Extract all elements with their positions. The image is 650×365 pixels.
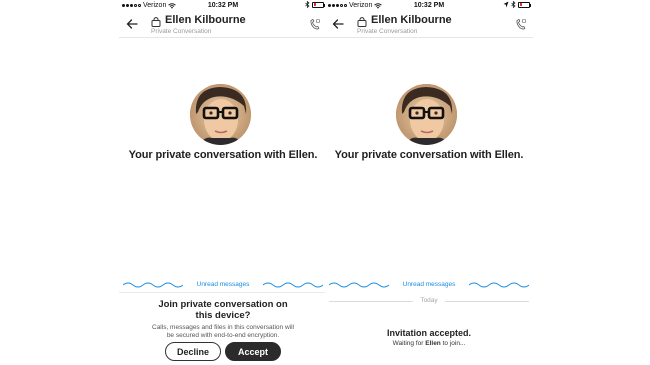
accept-button[interactable]: Accept (225, 342, 281, 361)
intro-text: Your private conversation with Ellen. (334, 149, 524, 161)
status-time: 10:32 PM (207, 2, 239, 9)
invitation-title: Invitation accepted. (386, 328, 472, 338)
call-icon[interactable] (309, 18, 321, 30)
back-arrow-icon[interactable] (125, 17, 139, 31)
status-bar: Verizon 10:32 PM (119, 0, 327, 12)
battery-icon (312, 1, 325, 8)
prompt-body: Calls, messages and files in this conver… (152, 324, 294, 339)
battery-icon (518, 1, 531, 8)
waiting-prefix: Waiting for (392, 340, 426, 347)
unread-messages-divider: Unread messages (325, 279, 533, 291)
conversation-header: Ellen Kilbourne Private Conversation (325, 12, 533, 38)
wave-decoration (469, 282, 529, 288)
status-bar: Verizon 10:32 PM (325, 0, 533, 12)
intro-text: Your private conversation with Ellen. (128, 149, 318, 161)
status-right (503, 1, 531, 8)
location-icon (503, 1, 509, 8)
contact-name: Ellen Kilbourne (371, 14, 452, 26)
waiting-suffix: to join... (440, 340, 466, 347)
contact-avatar (190, 84, 251, 145)
wave-decoration (263, 282, 323, 288)
bluetooth-icon (511, 1, 516, 8)
unread-messages-divider: Unread messages (119, 279, 327, 291)
bluetooth-icon (305, 1, 310, 8)
phone-screen-right: Verizon 10:32 PM Ellen Kilbourne Private… (325, 0, 533, 365)
contact-name: Ellen Kilbourne (165, 14, 246, 26)
invitation-status: Invitation accepted. Waiting for Ellen t… (325, 328, 533, 347)
conversation-header: Ellen Kilbourne Private Conversation (119, 12, 327, 38)
decline-button[interactable]: Decline (165, 342, 221, 361)
conversation-type: Private Conversation (357, 28, 418, 35)
prompt-actions: Decline Accept (119, 342, 327, 361)
lock-icon (357, 17, 367, 27)
contact-avatar (396, 84, 457, 145)
call-icon[interactable] (515, 18, 527, 30)
conversation-type: Private Conversation (151, 28, 212, 35)
join-prompt: Join private conversation on this device… (119, 292, 327, 361)
invitation-waiting: Waiting for Ellen to join... (325, 340, 533, 347)
lock-icon (151, 17, 161, 27)
divider-line (445, 301, 529, 302)
status-time: 10:32 PM (413, 2, 445, 9)
waiting-name: Ellen (425, 340, 441, 347)
back-arrow-icon[interactable] (331, 17, 345, 31)
date-divider: Today (325, 296, 533, 306)
prompt-title: Join private conversation on this device… (158, 299, 288, 321)
phone-screen-left: Verizon 10:32 PM Ellen Kilbourne Private… (119, 0, 327, 365)
status-right (305, 1, 325, 8)
